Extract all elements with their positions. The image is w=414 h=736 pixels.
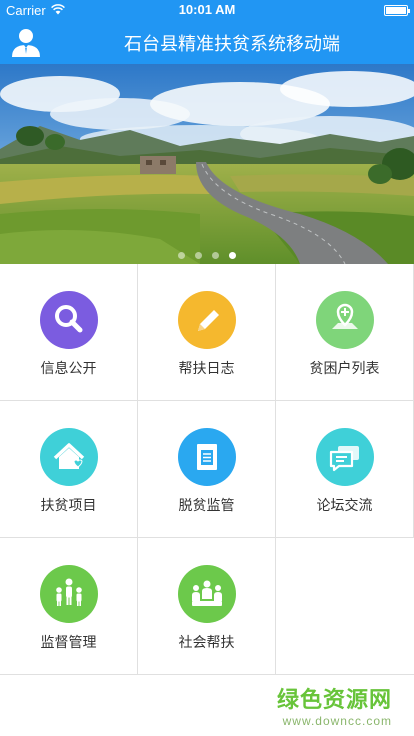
carousel-dot[interactable]	[178, 252, 185, 259]
status-bar: Carrier 10:01 AM	[0, 0, 414, 20]
status-time: 10:01 AM	[178, 2, 236, 17]
menu-item-help-log[interactable]: 帮扶日志	[138, 264, 276, 401]
menu-item-supervision-management[interactable]: 监督管理	[0, 538, 138, 675]
menu-item-forum[interactable]: 论坛交流	[276, 401, 414, 538]
search-icon	[40, 291, 98, 349]
menu-item-label: 扶贫项目	[40, 498, 97, 514]
menu-item-label: 社会帮扶	[178, 635, 235, 651]
menu-item-label: 脱贫监管	[178, 498, 235, 514]
carousel-dot-active[interactable]	[229, 252, 236, 259]
team-icon	[178, 565, 236, 623]
menu-item-label: 贫困户列表	[309, 361, 380, 377]
menu-item-poor-household-list[interactable]: 贫困户列表	[276, 264, 414, 401]
watermark-url: www.downcc.com	[282, 714, 392, 728]
clipboard-icon	[178, 428, 236, 486]
nav-bar: 石台县精准扶贫系统移动端	[0, 20, 414, 64]
watermark: 绿色资源网 www.downcc.com	[277, 682, 392, 728]
map-pin-icon	[316, 291, 374, 349]
menu-grid: 信息公开 帮扶日志 贫困户列表 扶贫项目 脱贫监管 论坛交流 监督管理 社会帮扶	[0, 264, 414, 676]
banner-carousel[interactable]	[0, 64, 414, 264]
menu-item-poverty-projects[interactable]: 扶贫项目	[0, 401, 138, 538]
watermark-text: 绿色资源网	[276, 688, 392, 713]
menu-item-social-assistance[interactable]: 社会帮扶	[138, 538, 276, 675]
people-group-icon	[40, 565, 98, 623]
menu-item-label: 监督管理	[40, 635, 97, 651]
menu-item-label: 帮扶日志	[178, 361, 235, 377]
menu-empty-cell	[276, 538, 414, 675]
battery-icon	[384, 5, 410, 16]
carousel-dot[interactable]	[212, 252, 219, 259]
menu-item-info-public[interactable]: 信息公开	[0, 264, 138, 401]
banner-image	[0, 64, 414, 264]
menu-item-poverty-supervision[interactable]: 脱贫监管	[138, 401, 276, 538]
menu-item-label: 信息公开	[40, 361, 97, 377]
page-title: 石台县精准扶贫系统移动端	[124, 34, 340, 55]
carousel-dot[interactable]	[195, 252, 202, 259]
house-heart-icon	[40, 428, 98, 486]
user-avatar-icon[interactable]	[10, 26, 42, 58]
chat-bubbles-icon	[316, 428, 374, 486]
pencil-icon	[178, 291, 236, 349]
carousel-indicator	[0, 245, 414, 264]
menu-item-label: 论坛交流	[316, 498, 373, 514]
